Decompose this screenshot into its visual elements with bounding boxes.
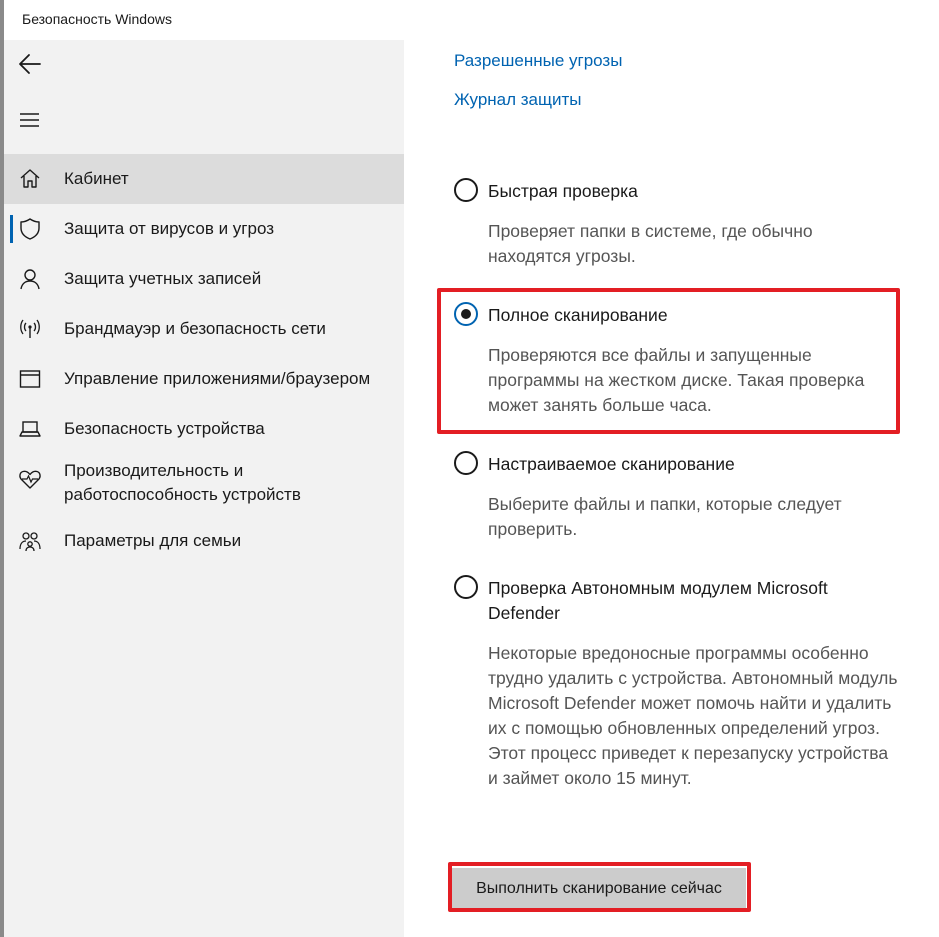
quick-scan-option[interactable]: Быстрая проверка Проверяет папки в систе… — [454, 178, 914, 278]
title-bar: Безопасность Windows — [4, 0, 939, 40]
main-content: Разрешенные угрозы Журнал защиты Быстрая… — [404, 40, 939, 937]
option-description: Проверяет папки в системе, где обычно на… — [488, 221, 813, 266]
sidebar-item-device-performance[interactable]: Производительность и работоспособность у… — [4, 454, 404, 516]
back-button[interactable] — [16, 50, 44, 78]
option-description: Выберите файлы и папки, которые следует … — [488, 494, 842, 539]
option-title: Полное сканирование — [488, 305, 668, 325]
option-title: Настраиваемое сканирование — [488, 454, 735, 474]
offline-scan-option[interactable]: Проверка Автономным модулем Microsoft De… — [454, 575, 914, 825]
scan-now-button[interactable]: Выполнить сканирование сейчас — [452, 868, 746, 910]
menu-button[interactable] — [16, 106, 44, 134]
sidebar-item-family-options[interactable]: Параметры для семьи — [4, 516, 404, 566]
sidebar-item-virus-protection[interactable]: Защита от вирусов и угроз — [4, 204, 404, 254]
sidebar-item-label: Брандмауэр и безопасность сети — [64, 319, 326, 338]
sidebar-item-label: Управление приложениями/браузером — [64, 369, 371, 388]
quick-scan-radio[interactable] — [454, 178, 478, 202]
protection-history-link[interactable]: Журнал защиты — [454, 90, 582, 110]
sidebar-item-label: Защита от вирусов и угроз — [64, 219, 275, 238]
option-title: Быстрая проверка — [488, 181, 638, 201]
home-icon — [18, 167, 42, 191]
sidebar-item-label: Защита учетных записей — [64, 269, 262, 288]
sidebar-item-device-security[interactable]: Безопасность устройства — [4, 404, 404, 454]
offline-scan-radio[interactable] — [454, 575, 478, 599]
custom-scan-radio[interactable] — [454, 451, 478, 475]
heart-pulse-icon — [18, 467, 42, 491]
allowed-threats-link[interactable]: Разрешенные угрозы — [454, 51, 622, 71]
person-icon — [18, 267, 42, 291]
sidebar-item-label: Безопасность устройства — [64, 419, 265, 438]
window-title: Безопасность Windows — [22, 11, 172, 27]
sidebar-item-label: Производительность и работоспособность у… — [64, 461, 301, 504]
wifi-antenna-icon — [18, 317, 42, 341]
sidebar-item-firewall[interactable]: Брандмауэр и безопасность сети — [4, 304, 404, 354]
laptop-icon — [18, 417, 42, 441]
custom-scan-option[interactable]: Настраиваемое сканирование Выберите файл… — [454, 451, 914, 551]
windows-security-window: Безопасность Windows Кабинет Защита от в… — [0, 0, 939, 937]
full-scan-option[interactable]: Полное сканирование Проверяются все файл… — [454, 302, 914, 432]
sidebar-item-home[interactable]: Кабинет — [4, 154, 404, 204]
sidebar-item-label: Кабинет — [64, 169, 129, 188]
sidebar-item-account-protection[interactable]: Защита учетных записей — [4, 254, 404, 304]
browser-window-icon — [18, 367, 42, 391]
hamburger-menu-icon — [20, 113, 39, 127]
sidebar: Кабинет Защита от вирусов и угроз Защита… — [4, 40, 404, 937]
option-description: Проверяются все файлы и запущенные прогр… — [488, 345, 865, 415]
full-scan-radio[interactable] — [454, 302, 478, 326]
sidebar-item-app-browser-control[interactable]: Управление приложениями/браузером — [4, 354, 404, 404]
shield-icon — [18, 217, 42, 241]
selection-indicator — [10, 215, 13, 243]
family-icon — [18, 529, 42, 553]
option-title: Проверка Автономным модулем Microsoft De… — [488, 578, 828, 623]
sidebar-item-label: Параметры для семьи — [64, 531, 242, 550]
option-description: Некоторые вредоносные программы особенно… — [488, 643, 898, 788]
back-arrow-icon — [19, 54, 41, 74]
